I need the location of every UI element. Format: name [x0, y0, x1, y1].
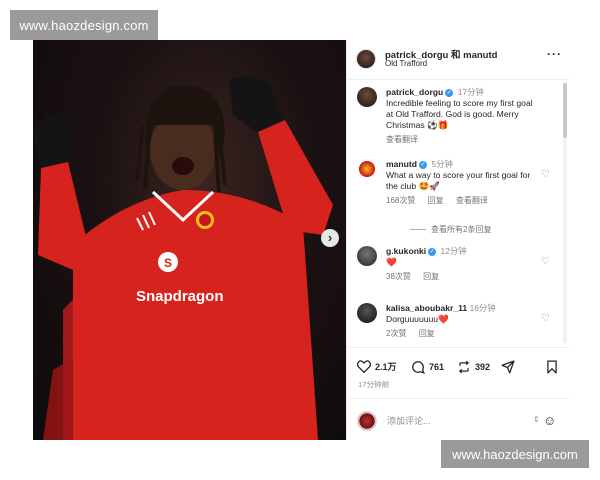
comment-text: What a way to score your first goal for … [386, 170, 531, 191]
post-header: patrick_dorgu 和 manutd Old Trafford ··· [347, 40, 569, 80]
my-avatar [357, 411, 377, 431]
comment-text: Dorguuuuuuu❤️ [386, 314, 449, 324]
verified-icon: ✓ [445, 88, 454, 97]
watermark-top: www.haozdesign.com [10, 10, 158, 40]
verified-icon: ✓ [419, 160, 428, 169]
comments-count: 761 [429, 362, 445, 372]
comment-likes[interactable]: 2次赞 [386, 329, 406, 338]
comment-time: 12分钟 [440, 246, 467, 256]
save-button[interactable] [546, 360, 558, 374]
comment-time: 16分钟 [469, 303, 496, 313]
like-comment-heart-icon[interactable]: ♡ [541, 313, 550, 324]
repost-button[interactable]: 392 [457, 360, 490, 374]
caption-translate-link[interactable]: 查看翻译 [386, 135, 418, 144]
caption-text: Incredible feeling to score my first goa… [386, 98, 533, 130]
jersey-sponsor-text: Snapdragon [136, 288, 224, 305]
share-icon [501, 360, 515, 374]
comment-username[interactable]: kalisa_aboubakr_11 [386, 303, 467, 313]
like-comment-heart-icon[interactable]: ♡ [541, 169, 550, 180]
comment-avatar[interactable] [357, 303, 377, 323]
translate-link[interactable]: 查看翻译 [456, 196, 488, 205]
more-horizontal-icon[interactable]: ··· [547, 47, 562, 61]
comment-button[interactable]: 761 [411, 360, 444, 374]
post-panel: patrick_dorgu 和 manutd Old Trafford ··· … [346, 40, 569, 440]
share-button[interactable] [501, 360, 515, 374]
post-location[interactable]: Old Trafford [385, 59, 427, 68]
emoji-icon[interactable]: ☺ [543, 413, 556, 428]
like-button[interactable]: 2.1万 [357, 360, 397, 373]
view-replies-link[interactable]: 查看所有2条回复 [410, 224, 491, 235]
player-illustration: S [33, 75, 333, 440]
caption-avatar[interactable] [357, 87, 377, 107]
reposts-count: 392 [475, 362, 491, 372]
comment-likes[interactable]: 168次赞 [386, 196, 415, 205]
watermark-bottom: www.haozdesign.com [441, 440, 589, 468]
post-photo[interactable]: S Snapdragon [33, 40, 346, 440]
header-avatar[interactable] [356, 49, 376, 69]
reply-button[interactable]: 回复 [419, 329, 435, 338]
comment-avatar[interactable] [357, 159, 377, 179]
verified-icon: ✓ [428, 247, 437, 256]
bookmark-icon [547, 360, 557, 374]
carousel-next-button[interactable]: › [321, 229, 339, 247]
likes-count: 2.1万 [375, 362, 397, 372]
heart-icon [357, 360, 371, 373]
reply-button[interactable]: 回复 [423, 272, 439, 281]
comment-username[interactable]: g.kukonki [386, 246, 426, 256]
caption-time: 17分钟 [457, 87, 484, 97]
reply-button[interactable]: 回复 [428, 196, 444, 205]
caption-username[interactable]: patrick_dorgu [386, 87, 443, 97]
comment-input[interactable] [387, 413, 517, 429]
comments-list: patrick_dorgu ✓ 17分钟 Incredible feeling t… [347, 81, 569, 346]
comments-scroll-thumb[interactable] [563, 83, 567, 138]
like-comment-heart-icon[interactable]: ♡ [541, 256, 550, 267]
sort-icon[interactable]: ⇕ [533, 415, 540, 424]
svg-text:S: S [164, 256, 172, 270]
repost-icon [459, 360, 469, 374]
comment-username[interactable]: manutd [386, 159, 417, 169]
comment-avatar[interactable] [357, 246, 377, 266]
comment-text: ❤️ [386, 257, 397, 267]
comment-likes[interactable]: 38次赞 [386, 272, 411, 281]
add-comment-bar: ⇕ ☺ [347, 398, 569, 440]
post-time: 17分钟前 [358, 380, 390, 389]
comment-icon [412, 361, 425, 374]
comment-time: 5分钟 [431, 159, 453, 169]
